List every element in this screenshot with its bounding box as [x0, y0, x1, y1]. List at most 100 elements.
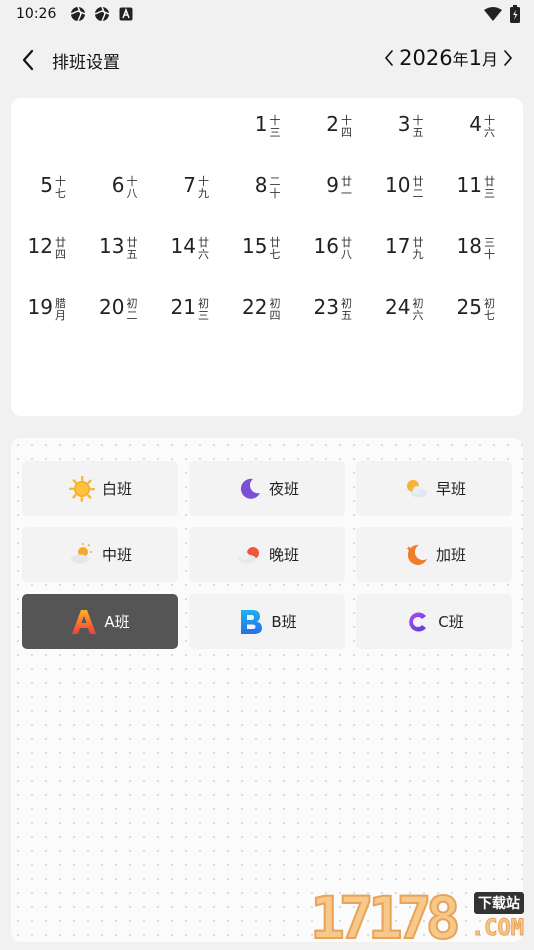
- letter-a-icon: [70, 608, 98, 636]
- shift-button-6[interactable]: 加班: [356, 527, 512, 582]
- day-cell-22[interactable]: 22 初四: [228, 287, 296, 345]
- month-nav: 2026 年 1 月: [381, 44, 516, 72]
- watermark-com: .COM: [471, 916, 525, 942]
- day-cell-18[interactable]: 18 三十: [442, 226, 510, 284]
- day-cell-7[interactable]: 7 十九: [156, 165, 224, 223]
- year-value: 2026: [399, 46, 453, 70]
- day-number: 9: [326, 173, 339, 197]
- day-cell-6[interactable]: 6 十八: [85, 165, 153, 223]
- moon-icon: [235, 475, 263, 503]
- day-cell-15[interactable]: 15 廿七: [228, 226, 296, 284]
- calendar: 1 十三 2 十四 3 十五 4 十六 5 十七 6 十八 7 十九 8 二十 9 廿一 10 廿二 11 廿三 12 廿四 1…: [11, 98, 523, 658]
- calendar-week: 5 十七 6 十八 7 十九 8 二十 9 廿一 10 廿二 11 廿三: [13, 165, 521, 225]
- chevron-right-icon: [504, 50, 513, 66]
- day-cell-12[interactable]: 12 廿四: [13, 226, 81, 284]
- day-cell-14[interactable]: 14 廿六: [156, 226, 224, 284]
- shift-label: B班: [271, 613, 297, 631]
- moon-stars-icon: [402, 541, 430, 569]
- day-lunar: 廿六: [198, 236, 209, 261]
- calendar-week: 12 廿四 13 廿五 14 廿六 15 廿七 16 廿八 17 廿九 18 三十: [13, 226, 521, 286]
- day-number: 18: [456, 234, 482, 258]
- shift-label: 晚班: [268, 546, 299, 564]
- day-number: 10: [385, 173, 411, 197]
- aperture-icon: [94, 6, 110, 22]
- day-cell-13[interactable]: 13 廿五: [85, 226, 153, 284]
- day-cell-4[interactable]: 4 十六: [442, 104, 510, 162]
- day-lunar: 廿四: [55, 236, 66, 261]
- day-number: 3: [397, 112, 411, 136]
- day-cell-11[interactable]: 11 廿三: [442, 165, 510, 223]
- day-lunar: 三十: [484, 236, 495, 261]
- status-bar: 10:26: [0, 0, 534, 28]
- chevron-left-icon: [22, 49, 34, 71]
- status-time: 10:26: [16, 6, 57, 22]
- day-cell-3[interactable]: 3 十五: [371, 104, 439, 162]
- day-number: 12: [27, 234, 53, 258]
- next-month-button[interactable]: [500, 44, 516, 72]
- day-cell-16[interactable]: 16 廿八: [299, 226, 367, 284]
- shift-button-4[interactable]: 中班: [22, 527, 178, 582]
- day-cell-2[interactable]: 2 十四: [299, 104, 367, 162]
- shift-button-8[interactable]: B班: [189, 594, 345, 649]
- day-cell-9[interactable]: 9 廿一: [299, 165, 367, 223]
- chevron-left-icon: [385, 50, 393, 66]
- month-unit: 月: [481, 50, 498, 69]
- day-cell-21[interactable]: 21 初三: [156, 287, 224, 345]
- day-cell-23[interactable]: 23 初五: [299, 287, 367, 345]
- day-number: 15: [242, 234, 268, 258]
- day-lunar: 廿三: [484, 175, 495, 200]
- sun-icon: [68, 475, 96, 503]
- day-cell-10[interactable]: 10 廿二: [371, 165, 439, 223]
- day-lunar: 初七: [484, 297, 495, 322]
- shift-button-9[interactable]: C班: [356, 594, 512, 649]
- day-cell-5[interactable]: 5 十七: [13, 165, 81, 223]
- day-number: 24: [385, 295, 411, 319]
- shift-button-1[interactable]: 白班: [22, 461, 178, 516]
- day-lunar: 十八: [126, 175, 138, 200]
- day-cell-8[interactable]: 8 二十: [228, 165, 296, 223]
- day-number: 14: [170, 234, 196, 258]
- day-lunar: 十六: [484, 114, 495, 139]
- shift-button-7[interactable]: A班: [22, 594, 178, 649]
- wifi-icon: [484, 7, 502, 21]
- day-lunar: 廿七: [269, 236, 281, 261]
- shift-label: 加班: [435, 546, 466, 564]
- battery-icon: [510, 5, 520, 23]
- day-number: 16: [313, 234, 339, 258]
- day-lunar: 十七: [55, 175, 66, 200]
- day-cell-1[interactable]: 1 十三: [228, 104, 296, 162]
- day-number: 17: [385, 234, 411, 258]
- shift-label: 白班: [101, 480, 132, 498]
- status-right: [484, 5, 520, 23]
- watermark-cn: 下载站: [474, 892, 524, 914]
- shift-label: A班: [104, 613, 130, 631]
- watermark-digits: 17178: [309, 884, 462, 950]
- day-lunar: 十五: [412, 114, 424, 139]
- day-lunar: 初二: [126, 297, 138, 322]
- shift-panel: 白班 夜班 早班中班 晚班 加班 A班 B班 C班: [11, 438, 523, 942]
- day-lunar: 初四: [269, 297, 281, 322]
- day-cell-19[interactable]: 19 腊月: [13, 287, 81, 345]
- shift-button-5[interactable]: 晚班: [189, 527, 345, 582]
- aperture-icon: [70, 6, 86, 22]
- day-cell-25[interactable]: 25 初七: [442, 287, 510, 345]
- day-cell-24[interactable]: 24 初六: [371, 287, 439, 345]
- day-lunar: 廿九: [412, 236, 424, 261]
- shift-button-2[interactable]: 夜班: [189, 461, 345, 516]
- a-box-icon: [118, 6, 134, 22]
- shift-button-3[interactable]: 早班: [356, 461, 512, 516]
- letter-c-icon: [404, 608, 432, 636]
- page-title: 排班设置: [52, 53, 120, 73]
- sun-cloud-icon: [402, 475, 430, 503]
- day-number: 11: [456, 173, 482, 197]
- day-cell-20[interactable]: 20 初二: [85, 287, 153, 345]
- back-button[interactable]: [14, 46, 42, 74]
- day-cell-17[interactable]: 17 廿九: [371, 226, 439, 284]
- day-number: 21: [170, 295, 196, 319]
- year-unit: 年: [452, 50, 469, 69]
- calendar-week: ✓26初八A27初九晚28初十中29十一白30十二夜31十三早: [13, 348, 521, 658]
- month-label[interactable]: 2026 年 1 月: [397, 46, 500, 70]
- day-number: 7: [183, 173, 196, 197]
- prev-month-button[interactable]: [381, 44, 397, 72]
- day-lunar: 廿五: [126, 236, 138, 261]
